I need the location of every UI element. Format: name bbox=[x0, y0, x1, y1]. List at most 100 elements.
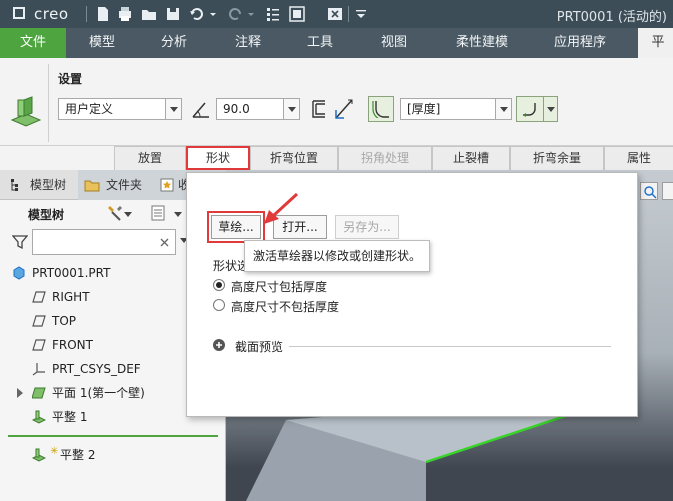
favorites-icon bbox=[160, 178, 174, 192]
tree-item-label: 平整 1 bbox=[52, 410, 88, 424]
tree-item-planar-wall[interactable]: 平面 1(第一个壁) bbox=[0, 381, 210, 405]
open-folder-icon[interactable] bbox=[140, 5, 158, 23]
menu-file[interactable]: 文件 bbox=[0, 28, 66, 58]
chevron-down-icon[interactable] bbox=[495, 99, 511, 119]
bend-radius-icon bbox=[372, 101, 389, 118]
menu-flat-wall[interactable]: 平 bbox=[638, 28, 673, 58]
dimension-side-icon bbox=[523, 103, 536, 117]
radio-exclude-thickness[interactable]: 高度尺寸不包括厚度 bbox=[213, 297, 413, 315]
tree-item-flat-2[interactable]: ✳ 平整 2 bbox=[0, 443, 200, 467]
section-preview-expander[interactable]: 截面预览 bbox=[213, 337, 613, 355]
navtab-model-tree[interactable]: 模型树 bbox=[30, 170, 66, 200]
close-window-icon[interactable] bbox=[326, 5, 344, 23]
tree-item-csys[interactable]: PRT_CSYS_DEF bbox=[0, 357, 200, 381]
model-tree-search-input[interactable] bbox=[32, 229, 176, 255]
menu-flexible-modeling[interactable]: 柔性建模 bbox=[444, 28, 520, 58]
wall-type-select[interactable]: 用户定义 bbox=[58, 98, 182, 120]
menu-analysis[interactable]: 分析 bbox=[148, 28, 200, 58]
bend-angle-value: 90.0 bbox=[223, 102, 250, 116]
chevron-down-icon[interactable] bbox=[283, 99, 299, 119]
bend-radius-select[interactable]: [厚度] bbox=[400, 98, 512, 120]
bend-angle-icon bbox=[192, 102, 209, 118]
tab-shape[interactable]: 形状 bbox=[186, 146, 250, 170]
print-icon[interactable] bbox=[116, 5, 134, 23]
navtab-folder-label: 文件夹 bbox=[106, 178, 143, 192]
shape-panel: 草绘... 打开... 另存为... 形状选 高度尺寸包括厚度 高度尺寸不包括厚… bbox=[186, 172, 638, 417]
clear-icon[interactable] bbox=[160, 238, 169, 247]
radio-button[interactable] bbox=[213, 299, 225, 311]
save-icon[interactable] bbox=[164, 5, 182, 23]
radio-button[interactable] bbox=[213, 279, 225, 291]
folder-icon bbox=[84, 180, 100, 192]
tree-item-label: PRT_CSYS_DEF bbox=[52, 362, 141, 376]
expand-icon[interactable] bbox=[213, 339, 225, 351]
menu-view[interactable]: 视图 bbox=[368, 28, 420, 58]
new-feature-star-icon: ✳ bbox=[50, 446, 59, 457]
wall-type-value: 用户定义 bbox=[65, 102, 114, 116]
creo-logo-icon bbox=[13, 7, 25, 19]
model-tree-icon bbox=[11, 179, 18, 191]
datum-plane-icon bbox=[32, 339, 46, 351]
tab-bend-allowance[interactable]: 折弯余量 bbox=[510, 146, 604, 170]
filter-icon[interactable] bbox=[12, 234, 28, 250]
navtab-folder[interactable]: 文件夹 bbox=[78, 170, 156, 200]
settings-group-label: 设置 bbox=[58, 72, 83, 86]
thickness-side-icon[interactable] bbox=[310, 98, 330, 120]
tab-placement[interactable]: 放置 bbox=[114, 146, 186, 170]
new-file-icon[interactable] bbox=[94, 5, 112, 23]
tab-properties[interactable]: 属性 bbox=[604, 146, 673, 170]
save-as-button[interactable]: 另存为... bbox=[335, 215, 399, 239]
bend-angle-input[interactable]: 90.0 bbox=[216, 98, 300, 120]
flat-wall-feature-icon bbox=[10, 96, 42, 127]
insert-indicator[interactable] bbox=[8, 435, 218, 437]
show-settings-icon[interactable] bbox=[150, 205, 166, 221]
customize-toolbar-icon[interactable] bbox=[352, 5, 370, 23]
tree-item-part[interactable]: PRT0001.PRT bbox=[0, 261, 200, 285]
flat-wall-icon bbox=[32, 410, 46, 424]
window-title: PRT0001 (活动的) bbox=[556, 10, 667, 25]
datum-plane-icon bbox=[32, 315, 46, 327]
tab-bend-position[interactable]: 折弯位置 bbox=[250, 146, 338, 170]
radio-include-thickness[interactable]: 高度尺寸包括厚度 bbox=[213, 277, 413, 295]
annotation-arrow-icon bbox=[264, 192, 299, 224]
undo-icon[interactable] bbox=[188, 5, 206, 23]
flat-wall-icon bbox=[32, 448, 46, 462]
sketch-tooltip: 激活草绘器以修改或创建形状。 bbox=[244, 240, 430, 272]
tree-item-label: FRONT bbox=[52, 338, 93, 352]
tree-item-datum-top[interactable]: TOP bbox=[0, 309, 200, 333]
tab-relief[interactable]: 止裂槽 bbox=[432, 146, 510, 170]
tree-item-datum-right[interactable]: RIGHT bbox=[0, 285, 200, 309]
chevron-down-icon[interactable] bbox=[174, 212, 182, 218]
tree-item-flat-1[interactable]: 平整 1 bbox=[0, 405, 200, 429]
view-toolbar-button[interactable] bbox=[662, 182, 673, 200]
chevron-down-icon[interactable] bbox=[165, 99, 181, 119]
undo-dropdown-icon[interactable] bbox=[208, 5, 218, 23]
model-tree-header: 模型树 bbox=[28, 208, 65, 222]
menu-tools[interactable]: 工具 bbox=[294, 28, 346, 58]
tab-corner-treatment[interactable]: 拐角处理 bbox=[338, 146, 432, 170]
windows-icon[interactable] bbox=[288, 5, 306, 23]
menu-annotate[interactable]: 注释 bbox=[222, 28, 274, 58]
zoom-icon bbox=[644, 186, 657, 199]
redo-dropdown-icon[interactable] bbox=[246, 5, 256, 23]
menu-bar: 文件 模型 分析 注释 工具 视图 柔性建模 应用程序 平 bbox=[0, 28, 673, 58]
sketch-button[interactable]: 草绘... bbox=[207, 211, 265, 243]
tools-icon[interactable] bbox=[106, 204, 126, 222]
dimension-side-select[interactable] bbox=[516, 96, 558, 122]
redo-icon[interactable] bbox=[226, 5, 244, 23]
ribbon-divider bbox=[48, 64, 49, 142]
coordinate-system-icon bbox=[32, 363, 45, 376]
zoom-button[interactable] bbox=[640, 182, 658, 200]
bend-radius-toggle[interactable] bbox=[368, 96, 394, 122]
menu-model[interactable]: 模型 bbox=[76, 28, 128, 58]
toolbar-divider bbox=[348, 6, 349, 22]
menu-applications[interactable]: 应用程序 bbox=[542, 28, 618, 58]
flip-direction-icon[interactable] bbox=[332, 96, 356, 122]
tree-item-label: PRT0001.PRT bbox=[32, 266, 111, 280]
chevron-down-icon[interactable] bbox=[124, 212, 132, 218]
datum-plane-icon bbox=[32, 291, 46, 303]
expand-arrow-icon[interactable] bbox=[16, 388, 24, 398]
tree-item-datum-front[interactable]: FRONT bbox=[0, 333, 200, 357]
chevron-down-icon[interactable] bbox=[543, 97, 557, 121]
regenerate-icon[interactable] bbox=[264, 5, 282, 23]
